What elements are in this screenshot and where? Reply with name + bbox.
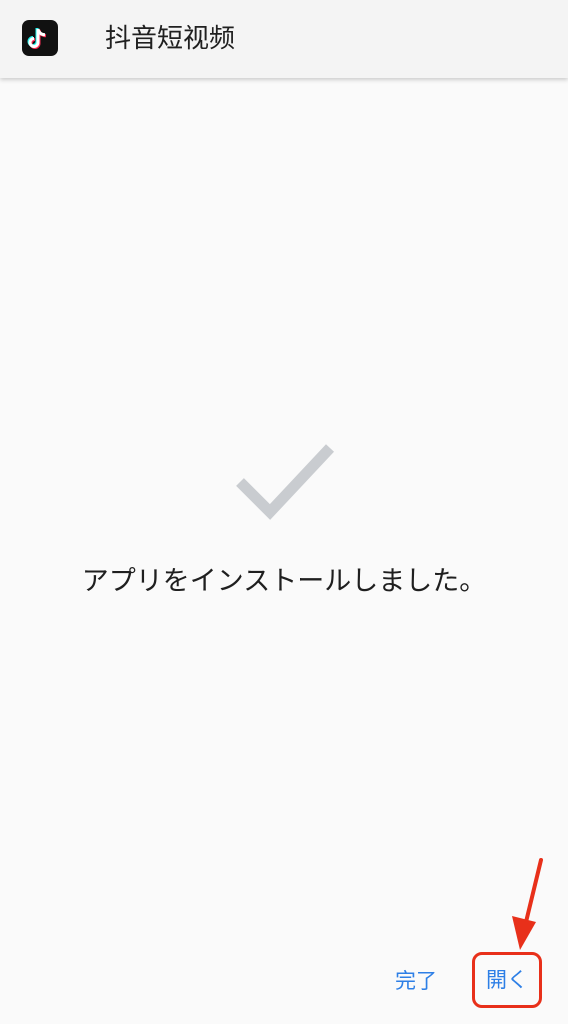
- checkmark-icon: [232, 440, 336, 522]
- app-title: 抖音短视频: [105, 24, 236, 54]
- done-button[interactable]: 完了: [384, 966, 448, 996]
- tiktok-logo-icon: [22, 20, 58, 56]
- red-arrow-icon: [504, 856, 554, 952]
- open-button[interactable]: 開く: [472, 952, 542, 1008]
- app-bar: 抖音短视频: [0, 0, 568, 78]
- install-complete-message: アプリをインストールしました。: [81, 566, 487, 597]
